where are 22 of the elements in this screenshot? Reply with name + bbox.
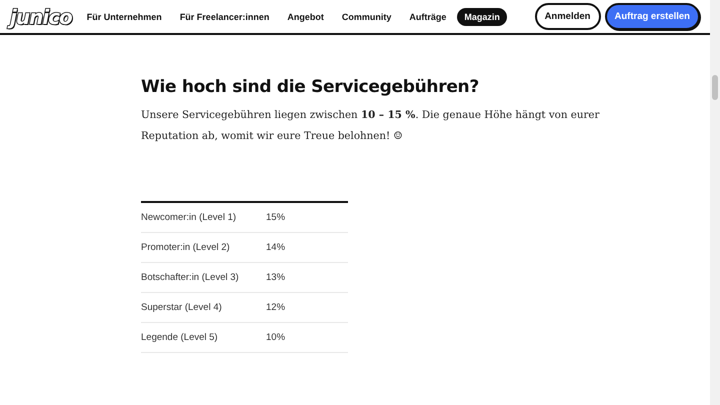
table-cell: 12% — [266, 302, 286, 313]
scrollbar[interactable] — [710, 0, 720, 405]
nav-link[interactable]: Aufträge — [402, 8, 454, 26]
section-heading: Wie hoch sind die Servicegebühren? — [141, 77, 479, 97]
paragraph: Unsere Servicegebühren liegen zwischen 10 – 15 %. Die genaue Höhe hängt von eurer Reputation ab, womit wir eure Treue belohnen! ☺ — [141, 108, 600, 144]
table-cell-text: Newcomer:in (Level 1) — [141, 212, 238, 223]
nav-link[interactable]: Für Freelancer:innen — [172, 8, 276, 26]
nav-link[interactable]: Community — [334, 8, 398, 26]
nav-link[interactable]: Angebot — [280, 8, 331, 26]
create-button[interactable]: Auftrag erstellen — [604, 3, 700, 30]
table-cell-text: Botschafter:in (Level 3) — [141, 272, 240, 283]
nav-link[interactable]: Für Unternehmen — [80, 8, 169, 26]
table-cell-text: Legende (Level 5) — [141, 332, 219, 343]
table-cell: 10% — [266, 332, 286, 343]
table-cell: 15% — [266, 212, 286, 223]
table-cell: 13% — [266, 272, 286, 283]
scroll-thumb[interactable] — [712, 75, 718, 100]
login-button[interactable]: Anmelden — [534, 3, 600, 30]
table-cell-text: Superstar (Level 4) — [141, 302, 223, 313]
nav-link[interactable]: Magazin — [457, 8, 507, 26]
table-cell: 14% — [266, 242, 286, 253]
table-cell-text: Promoter:in (Level 2) — [141, 242, 231, 253]
